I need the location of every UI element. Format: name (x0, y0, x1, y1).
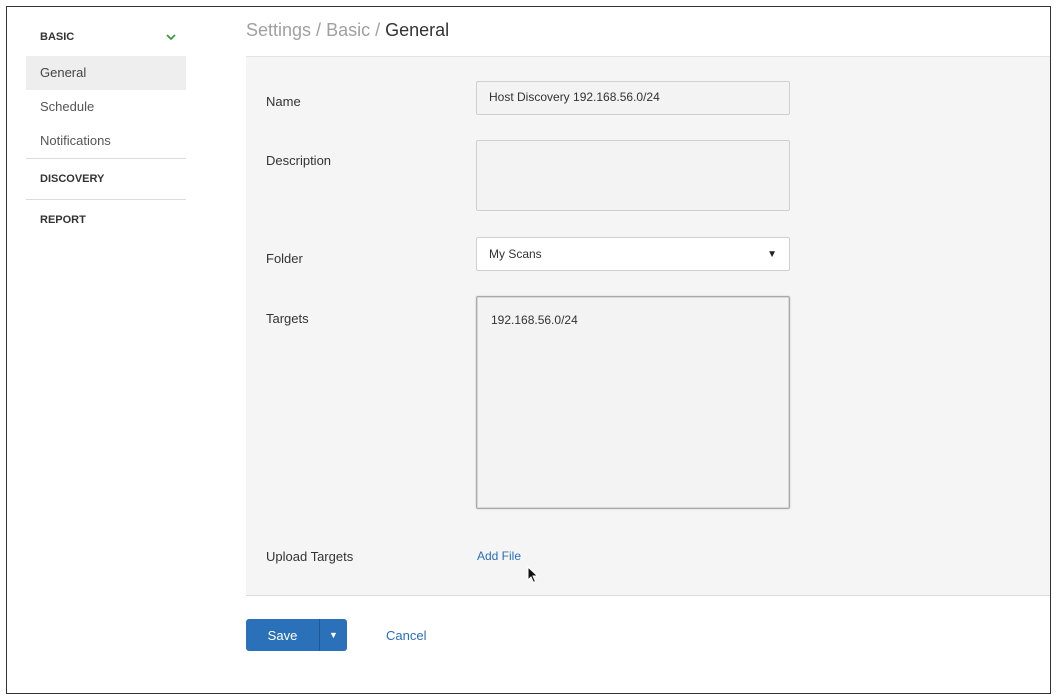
sidebar-item-notifications[interactable]: Notifications (26, 124, 186, 158)
caret-down-icon: ▼ (329, 630, 338, 640)
targets-textarea[interactable]: 192.168.56.0/24 (476, 296, 790, 509)
breadcrumb-basic[interactable]: Basic (326, 20, 370, 40)
chevron-down-icon (166, 30, 176, 44)
description-label: Description (266, 153, 332, 168)
name-input[interactable]: Host Discovery 192.168.56.0/24 (476, 81, 790, 115)
sidebar-section-basic[interactable]: BASIC (26, 18, 186, 56)
breadcrumb-separator: / (370, 20, 386, 40)
breadcrumb-separator: / (311, 20, 327, 40)
sidebar-item-general[interactable]: General (26, 56, 186, 90)
description-textarea[interactable] (476, 140, 790, 211)
settings-sidebar: BASIC General Schedule Notifications DIS… (26, 18, 186, 240)
folder-select-value: My Scans (489, 247, 542, 261)
cancel-link[interactable]: Cancel (386, 628, 426, 643)
sidebar-section-basic-label: BASIC (40, 31, 75, 43)
sidebar-section-report[interactable]: REPORT (26, 200, 186, 240)
caret-down-icon: ▼ (767, 248, 777, 260)
save-button-group: Save ▼ (246, 619, 347, 651)
sidebar-section-discovery-label: DISCOVERY (40, 173, 105, 185)
save-dropdown-button[interactable]: ▼ (320, 619, 347, 651)
save-button[interactable]: Save (246, 619, 320, 651)
name-label: Name (266, 94, 301, 109)
sidebar-section-discovery[interactable]: DISCOVERY (26, 159, 186, 199)
breadcrumb-settings[interactable]: Settings (246, 20, 311, 40)
sidebar-section-report-label: REPORT (40, 214, 86, 226)
folder-label: Folder (266, 251, 303, 266)
folder-select[interactable]: My Scans ▼ (476, 237, 790, 271)
targets-label: Targets (266, 311, 309, 326)
sidebar-item-schedule[interactable]: Schedule (26, 90, 186, 124)
add-file-link[interactable]: Add File (477, 549, 521, 563)
mouse-cursor-icon (527, 565, 539, 589)
breadcrumb-current: General (385, 20, 450, 40)
upload-targets-label: Upload Targets (266, 549, 354, 564)
breadcrumb: Settings / Basic / General (246, 20, 449, 41)
